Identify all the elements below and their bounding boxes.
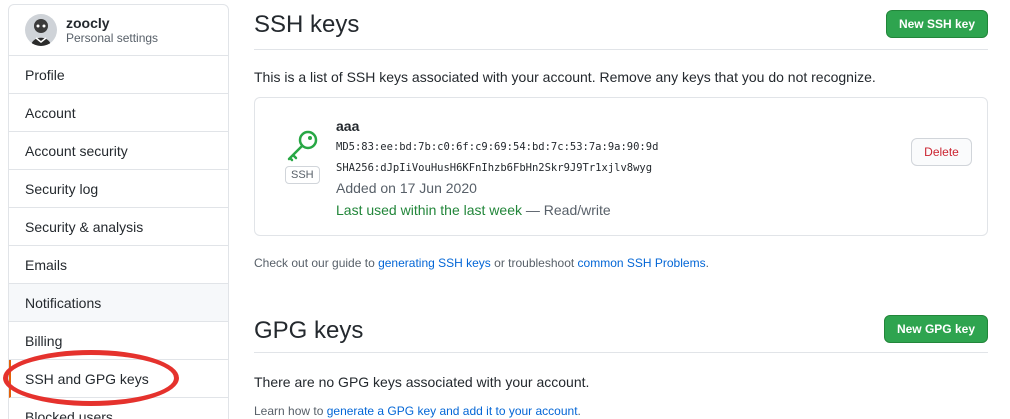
settings-page: zoocly Personal settings Profile Account… [0, 0, 1010, 419]
sidebar-item-account-security[interactable]: Account security [9, 132, 228, 170]
guide-suffix: . [705, 256, 709, 270]
sidebar-item-billing[interactable]: Billing [9, 322, 228, 360]
ssh-guide-note: Check out our guide to generating SSH ke… [254, 256, 709, 270]
sidebar-item-blocked-users[interactable]: Blocked users [9, 398, 228, 419]
sidebar-item-emails[interactable]: Emails [9, 246, 228, 284]
user-header[interactable]: zoocly Personal settings [9, 5, 228, 56]
new-gpg-key-button[interactable]: New GPG key [883, 315, 988, 343]
ssh-badge: SSH [285, 166, 320, 184]
new-ssh-key-button[interactable]: New SSH key [885, 10, 988, 38]
gpg-keys-header: GPG keys New GPG key [254, 305, 988, 353]
guide-prefix: Check out our guide to [254, 256, 379, 270]
ssh-key-sha256: SHA256:dJpIiVouHusH6KFnIhzb6FbHn2Skr9J9T… [336, 162, 653, 174]
settings-sidebar: zoocly Personal settings Profile Account… [8, 4, 229, 419]
ssh-description: This is a list of SSH keys associated wi… [254, 69, 876, 85]
ssh-problems-link[interactable]: common SSH Problems [578, 256, 706, 270]
learn-suffix: . [577, 404, 581, 418]
ssh-key-name: aaa [336, 118, 360, 134]
last-used-text: Last used within the last week [336, 202, 522, 218]
access-level: — Read/write [522, 202, 611, 218]
ssh-key-item: SSH aaa MD5:83:ee:bd:7b:c0:6f:c9:69:54:b… [254, 97, 988, 236]
ssh-key-md5: MD5:83:ee:bd:7b:c0:6f:c9:69:54:bd:7c:53:… [336, 141, 659, 153]
sidebar-item-profile[interactable]: Profile [9, 56, 228, 94]
gpg-learn-note: Learn how to generate a GPG key and add … [254, 404, 581, 418]
ssh-key-last-used: Last used within the last week — Read/wr… [336, 202, 611, 218]
sidebar-item-notifications[interactable]: Notifications [9, 284, 228, 322]
gpg-keys-title: GPG keys [254, 317, 364, 344]
ssh-keys-header: SSH keys New SSH key [254, 0, 988, 50]
sidebar-item-security-log[interactable]: Security log [9, 170, 228, 208]
generate-gpg-key-link[interactable]: generate a GPG key and add it to your ac… [327, 404, 578, 418]
avatar[interactable] [25, 14, 57, 46]
ssh-key-added-date: Added on 17 Jun 2020 [336, 180, 477, 196]
sidebar-item-security-analysis[interactable]: Security & analysis [9, 208, 228, 246]
ssh-keys-title: SSH keys [254, 11, 360, 38]
gpg-empty-message: There are no GPG keys associated with yo… [254, 374, 590, 390]
learn-prefix: Learn how to [254, 404, 327, 418]
sidebar-item-account[interactable]: Account [9, 94, 228, 132]
guide-middle: or troubleshoot [490, 256, 578, 270]
username: zoocly [66, 14, 110, 31]
delete-key-button[interactable]: Delete [911, 138, 972, 166]
user-subtitle: Personal settings [66, 30, 159, 45]
sidebar-item-ssh-gpg-keys[interactable]: SSH and GPG keys [9, 360, 228, 398]
generating-ssh-keys-link[interactable]: generating SSH keys [378, 256, 491, 270]
key-icon [285, 128, 321, 169]
